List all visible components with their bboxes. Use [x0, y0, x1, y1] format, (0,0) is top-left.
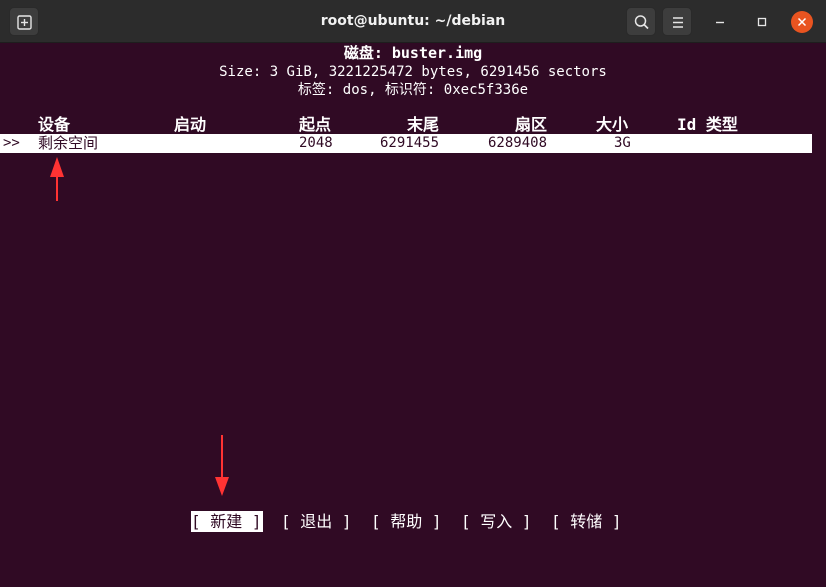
hamburger-menu-button[interactable] — [662, 7, 692, 36]
maximize-button[interactable] — [751, 11, 773, 33]
disk-heading: 磁盘: buster.img — [343, 44, 483, 62]
disk-label-line: 标签: dos, 标识符: 0xec5f336e — [297, 82, 529, 98]
column-header-start: 起点 — [299, 115, 332, 134]
row-end-cell: 6291455 — [380, 135, 440, 151]
row-device-cell: 剩余空间 — [38, 134, 99, 152]
row-cursor-marker: >> — [3, 135, 20, 151]
column-header-boot: 启动 — [174, 115, 207, 134]
column-header-device: 设备 — [38, 115, 71, 134]
window-title: root@ubuntu: ~/debian — [320, 13, 506, 29]
column-header-id-type: Id 类型 — [677, 115, 738, 134]
menu-button-write[interactable]: [ 写入 ] — [461, 512, 532, 531]
search-icon — [634, 15, 649, 30]
annotation-up-arrow — [50, 157, 64, 201]
menu-button-quit[interactable]: [ 退出 ] — [281, 512, 352, 531]
menu-button-new[interactable]: [ 新建 ] — [191, 511, 263, 532]
disk-size-line: Size: 3 GiB, 3221225472 bytes, 6291456 s… — [219, 64, 607, 80]
row-start-cell: 2048 — [299, 135, 333, 151]
minimize-icon — [716, 21, 724, 24]
search-button[interactable] — [626, 7, 656, 36]
terminal-content[interactable]: 磁盘: buster.img Size: 3 GiB, 3221225472 b… — [0, 43, 826, 587]
row-size-cell: 3G — [614, 135, 631, 151]
close-button[interactable] — [791, 11, 813, 33]
table-row[interactable]: >> 剩余空间 2048 6291455 6289408 3G — [0, 134, 812, 153]
close-icon — [797, 17, 807, 27]
column-header-size: 大小 — [596, 115, 629, 134]
column-header-end: 末尾 — [407, 115, 440, 134]
title-bar: root@ubuntu: ~/debian — [0, 0, 826, 43]
maximize-icon — [757, 17, 767, 27]
menu-button-help[interactable]: [ 帮助 ] — [371, 512, 442, 531]
annotation-down-arrow — [215, 435, 229, 496]
row-sectors-cell: 6289408 — [488, 135, 548, 151]
terminal-window: root@ubuntu: ~/debian 磁盘: buster.img Siz… — [0, 0, 826, 587]
hamburger-menu-icon — [673, 17, 683, 28]
column-header-sectors: 扇区 — [515, 115, 548, 134]
menu-button-dump[interactable]: [ 转储 ] — [551, 512, 622, 531]
minimize-button[interactable] — [709, 11, 731, 33]
